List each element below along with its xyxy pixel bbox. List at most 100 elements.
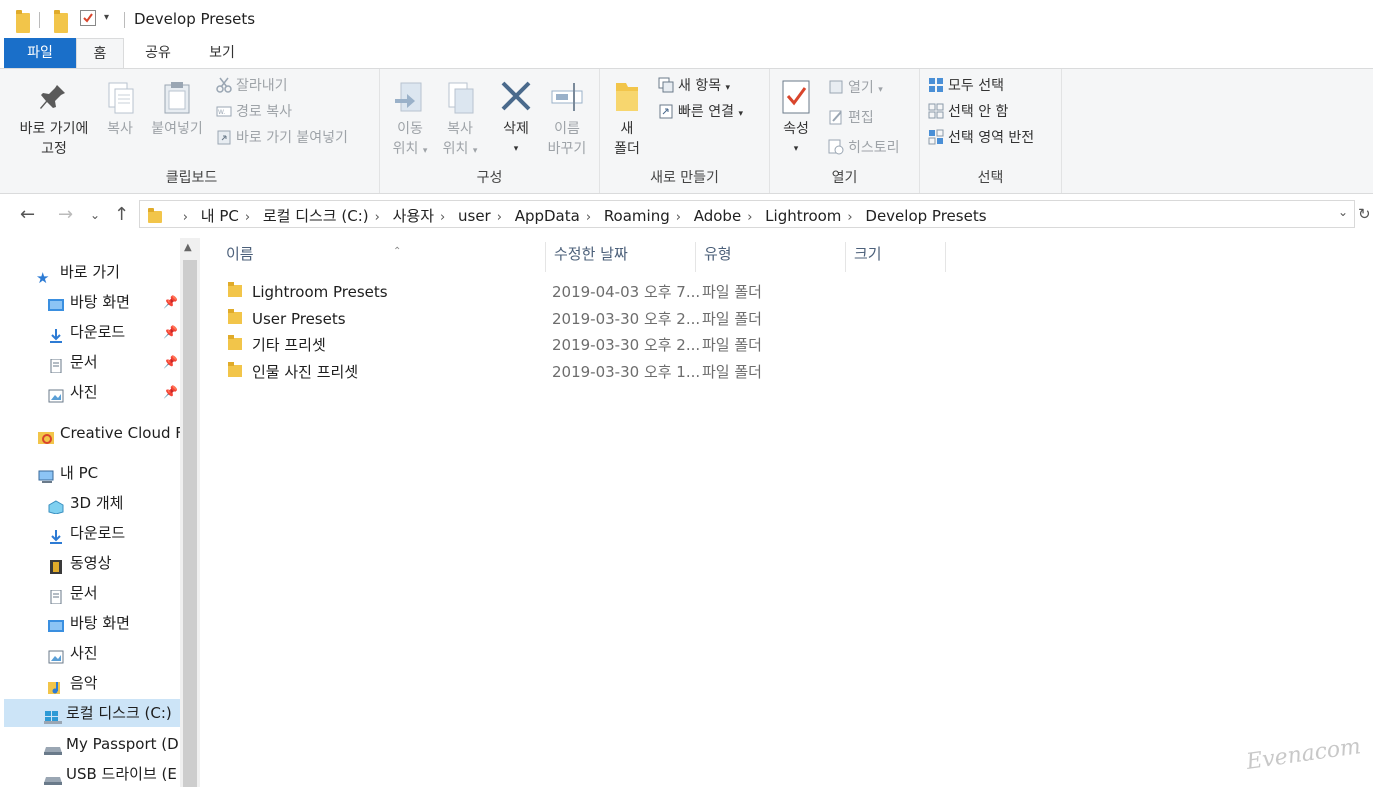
- column-header-size[interactable]: 크기: [846, 242, 946, 272]
- customize-toolbar-icon[interactable]: ▾: [104, 12, 109, 32]
- edit-icon: [828, 109, 844, 125]
- crumb-adobe[interactable]: Adobe: [694, 207, 741, 225]
- nav-creative-cloud[interactable]: Creative Cloud Fil: [4, 419, 182, 447]
- folder-icon: [148, 208, 162, 223]
- pin-icon[interactable]: 📌: [163, 348, 178, 376]
- nav-item-3d-objects[interactable]: 3D 개체: [4, 489, 182, 517]
- file-row[interactable]: 기타 프리셋 2019-03-30 오후 2... 파일 폴더: [228, 332, 762, 358]
- new-group: 새 폴더 새 항목 ▾ 빠른 연결 ▾ 새로 만들기: [600, 69, 770, 193]
- forward-arrow-icon[interactable]: →: [58, 204, 73, 225]
- column-header-type[interactable]: 유형: [696, 242, 846, 272]
- back-arrow-icon[interactable]: ←: [20, 204, 35, 225]
- cut-button[interactable]: 잘라내기: [216, 75, 288, 97]
- tab-share[interactable]: 공유: [136, 38, 180, 68]
- chevron-down-icon: ▾: [472, 146, 478, 156]
- delete-button[interactable]: 삭제 ▾: [494, 79, 538, 159]
- paste-button[interactable]: 붙여넣기: [146, 79, 208, 139]
- pin-to-quick-access-button[interactable]: 바로 가기에 고정: [10, 79, 98, 159]
- navigation-pane: ★ 바로 가기 바탕 화면 📌 다운로드 📌 문서 📌 사진 📌 Creative…: [4, 234, 182, 787]
- pin-icon[interactable]: 📌: [163, 318, 178, 346]
- chevron-right-icon: ›: [747, 210, 753, 225]
- crumb-local-disk[interactable]: 로컬 디스크 (C:): [263, 207, 369, 225]
- crumb-this-pc[interactable]: 내 PC: [201, 207, 239, 225]
- properties-quick-icon[interactable]: [80, 10, 96, 26]
- nav-item-my-passport[interactable]: My Passport (D:): [4, 730, 182, 758]
- tab-file[interactable]: 파일: [4, 38, 76, 68]
- nav-item-documents-pc[interactable]: 문서: [4, 579, 182, 607]
- scroll-up-icon[interactable]: ▲: [184, 242, 192, 253]
- scissors-icon: [216, 77, 232, 93]
- copy-to-button[interactable]: 복사 위치 ▾: [436, 79, 484, 161]
- desktop-folder-icon: [48, 615, 64, 632]
- properties-button[interactable]: 속성 ▾: [776, 79, 816, 159]
- open-button[interactable]: 열기 ▾: [828, 77, 883, 99]
- select-all-button[interactable]: 모두 선택: [928, 75, 1004, 97]
- address-history-chevron-icon[interactable]: ⌄: [1338, 205, 1348, 219]
- nav-quick-access[interactable]: ★ 바로 가기: [4, 258, 182, 287]
- organize-group-label: 구성: [476, 170, 503, 186]
- column-header-date[interactable]: 수정한 날짜: [546, 242, 696, 272]
- crumb-develop-presets[interactable]: Develop Presets: [865, 207, 986, 225]
- easy-access-icon: [658, 103, 674, 119]
- document-icon: [48, 585, 64, 604]
- edit-button[interactable]: 편집: [828, 107, 874, 129]
- new-folder-quick-icon[interactable]: [54, 10, 68, 33]
- nav-item-music[interactable]: 음악: [4, 669, 182, 697]
- clipboard-group: 바로 가기에 고정 복사 붙여넣기 잘라내기 W. 경로 복사 바로 가기 붙여넣…: [4, 69, 380, 193]
- invert-selection-button[interactable]: 선택 영역 반전: [928, 127, 1034, 149]
- copy-path-button[interactable]: W. 경로 복사: [216, 101, 292, 123]
- chevron-down-icon: ▾: [422, 146, 428, 156]
- column-header-name[interactable]: 이름 ⌃: [218, 242, 546, 272]
- crumb-lightroom[interactable]: Lightroom: [765, 207, 841, 225]
- file-row[interactable]: 인물 사진 프리셋 2019-03-30 오후 1... 파일 폴더: [228, 359, 762, 385]
- pictures-icon: [48, 384, 64, 402]
- move-to-button[interactable]: 이동 위치 ▾: [386, 79, 434, 161]
- nav-this-pc[interactable]: 내 PC: [4, 459, 182, 487]
- chevron-down-icon: ▾: [793, 144, 799, 154]
- recent-locations-chevron-icon[interactable]: ⌄: [90, 208, 100, 222]
- select-none-button[interactable]: 선택 안 함: [928, 101, 1008, 123]
- tab-home[interactable]: 홈: [76, 38, 124, 70]
- rename-button[interactable]: 이름 바꾸기: [542, 79, 592, 159]
- nav-item-pictures[interactable]: 사진 📌: [4, 378, 182, 406]
- usb-drive-icon: [44, 766, 62, 785]
- open-group: 속성 ▾ 열기 ▾ 편집 히스토리 열기: [770, 69, 920, 193]
- up-arrow-icon[interactable]: ↑: [114, 204, 129, 225]
- nav-item-usb-drive[interactable]: USB 드라이브 (E: [4, 760, 182, 787]
- address-row: ← → ⌄ ↑ › 내 PC › 로컬 디스크 (C:) › 사용자 › user › …: [0, 196, 1373, 234]
- nav-scrollbar[interactable]: ▲: [180, 238, 200, 787]
- nav-item-downloads-pc[interactable]: 다운로드: [4, 519, 182, 547]
- refresh-icon[interactable]: ↻: [1358, 205, 1371, 223]
- file-row[interactable]: User Presets 2019-03-30 오후 2... 파일 폴더: [228, 306, 762, 332]
- nav-item-videos[interactable]: 동영상: [4, 549, 182, 577]
- crumb-roaming[interactable]: Roaming: [604, 207, 670, 225]
- nav-item-downloads[interactable]: 다운로드 📌: [4, 318, 182, 346]
- document-icon: [48, 354, 64, 373]
- scrollbar-thumb[interactable]: [183, 260, 197, 787]
- address-bar[interactable]: › 내 PC › 로컬 디스크 (C:) › 사용자 › user › AppData ›…: [139, 200, 1355, 228]
- history-button[interactable]: 히스토리: [828, 137, 900, 159]
- copy-button[interactable]: 복사: [100, 79, 140, 139]
- pin-icon[interactable]: 📌: [163, 288, 178, 316]
- easy-access-button[interactable]: 빠른 연결 ▾: [658, 101, 743, 123]
- divider: [39, 12, 40, 28]
- new-folder-button[interactable]: 새 폴더: [606, 79, 648, 159]
- paste-shortcut-button[interactable]: 바로 가기 붙여넣기: [216, 127, 348, 149]
- crumb-users[interactable]: 사용자: [393, 207, 434, 225]
- file-row[interactable]: Lightroom Presets 2019-04-03 오후 7... 파일 …: [228, 279, 762, 305]
- nav-item-local-disk[interactable]: 로컬 디스크 (C:): [4, 699, 182, 727]
- nav-item-pictures-pc[interactable]: 사진: [4, 639, 182, 667]
- divider: [124, 12, 125, 28]
- nav-item-documents[interactable]: 문서 📌: [4, 348, 182, 376]
- nav-item-desktop[interactable]: 바탕 화면 📌: [4, 288, 182, 316]
- open-group-label: 열기: [831, 170, 858, 186]
- nav-item-desktop-pc[interactable]: 바탕 화면: [4, 609, 182, 637]
- crumb-user[interactable]: user: [458, 207, 491, 225]
- rename-icon: [550, 79, 584, 115]
- window-title: Develop Presets: [134, 10, 256, 28]
- windows-drive-icon: [44, 705, 62, 724]
- tab-view[interactable]: 보기: [196, 38, 248, 68]
- pin-icon[interactable]: 📌: [163, 378, 178, 406]
- crumb-appdata[interactable]: AppData: [515, 207, 580, 225]
- new-item-button[interactable]: 새 항목 ▾: [658, 75, 730, 97]
